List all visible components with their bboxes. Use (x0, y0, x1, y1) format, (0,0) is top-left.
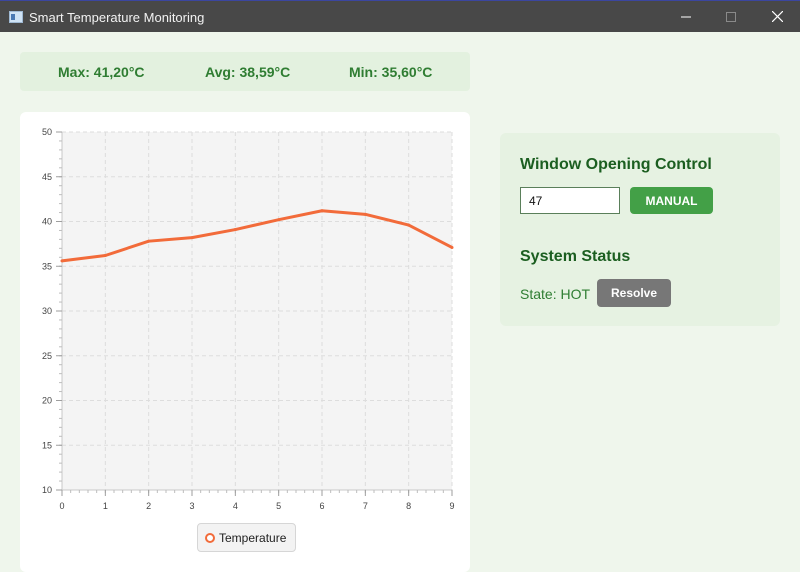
window-control-title: Window Opening Control (520, 156, 712, 173)
manual-button[interactable]: MANUAL (630, 187, 713, 214)
system-state-text: State: HOT (520, 286, 591, 302)
x-tick-label: 0 (59, 501, 64, 511)
temperature-point (320, 209, 324, 213)
y-tick-label: 20 (42, 396, 52, 406)
control-panel: Window Opening Control MANUAL System Sta… (500, 133, 780, 326)
temperature-point (407, 223, 411, 227)
minimize-icon (681, 16, 691, 17)
min-temperature-label: Min: 35,60°C (349, 64, 433, 80)
x-tick-label: 5 (276, 501, 281, 511)
title-bar: Smart Temperature Monitoring (0, 0, 800, 32)
y-tick-label: 35 (42, 261, 52, 271)
minimize-button[interactable] (663, 1, 709, 32)
y-tick-label: 30 (42, 306, 52, 316)
x-tick-label: 7 (363, 501, 368, 511)
maximize-icon (726, 11, 736, 22)
temperature-point (60, 259, 64, 263)
x-tick-label: 6 (319, 501, 324, 511)
y-tick-label: 10 (42, 485, 52, 495)
maximize-button[interactable] (708, 1, 754, 32)
close-button[interactable] (754, 1, 800, 32)
avg-temperature-label: Avg: 38,59°C (205, 64, 291, 80)
chart-legend: Temperature (197, 523, 297, 552)
system-status-title: System Status (520, 248, 631, 265)
temperature-point (233, 228, 237, 232)
temperature-chart: 0 1 2 3 4 5 6 7 8 9101520253035404550 (42, 127, 455, 511)
x-tick-label: 2 (146, 501, 151, 511)
close-icon (771, 11, 783, 22)
x-tick-label: 3 (189, 501, 194, 511)
window-title: Smart Temperature Monitoring (29, 10, 205, 25)
temperature-point (277, 218, 281, 222)
y-tick-label: 40 (42, 217, 52, 227)
temperature-point (103, 254, 107, 258)
temperature-point (190, 236, 194, 240)
app-window-icon (9, 11, 23, 23)
temperature-point (147, 239, 151, 243)
y-tick-label: 50 (42, 127, 52, 137)
temperature-stats-panel: Max: 41,20°C Avg: 38,59°C Min: 35,60°C (20, 52, 470, 91)
temperature-chart-card: 0 1 2 3 4 5 6 7 8 9 10 15 20 25 30 35 40 45 50 Temperature (20, 112, 470, 572)
legend-marker-icon (205, 532, 215, 543)
temperature-point (363, 212, 367, 216)
x-tick-label: 8 (406, 501, 411, 511)
x-tick-label: 9 (449, 501, 454, 511)
x-tick-label: 1 (103, 501, 108, 511)
legend-label: Temperature (219, 530, 287, 545)
y-tick-label: 25 (42, 351, 52, 361)
resolve-button[interactable]: Resolve (597, 279, 671, 307)
max-temperature-label: Max: 41,20°C (58, 64, 145, 80)
y-tick-label: 45 (42, 172, 52, 182)
temperature-point (450, 245, 454, 249)
y-tick-label: 15 (42, 440, 52, 450)
x-tick-label: 4 (233, 501, 238, 511)
window-opening-input[interactable] (520, 187, 620, 214)
